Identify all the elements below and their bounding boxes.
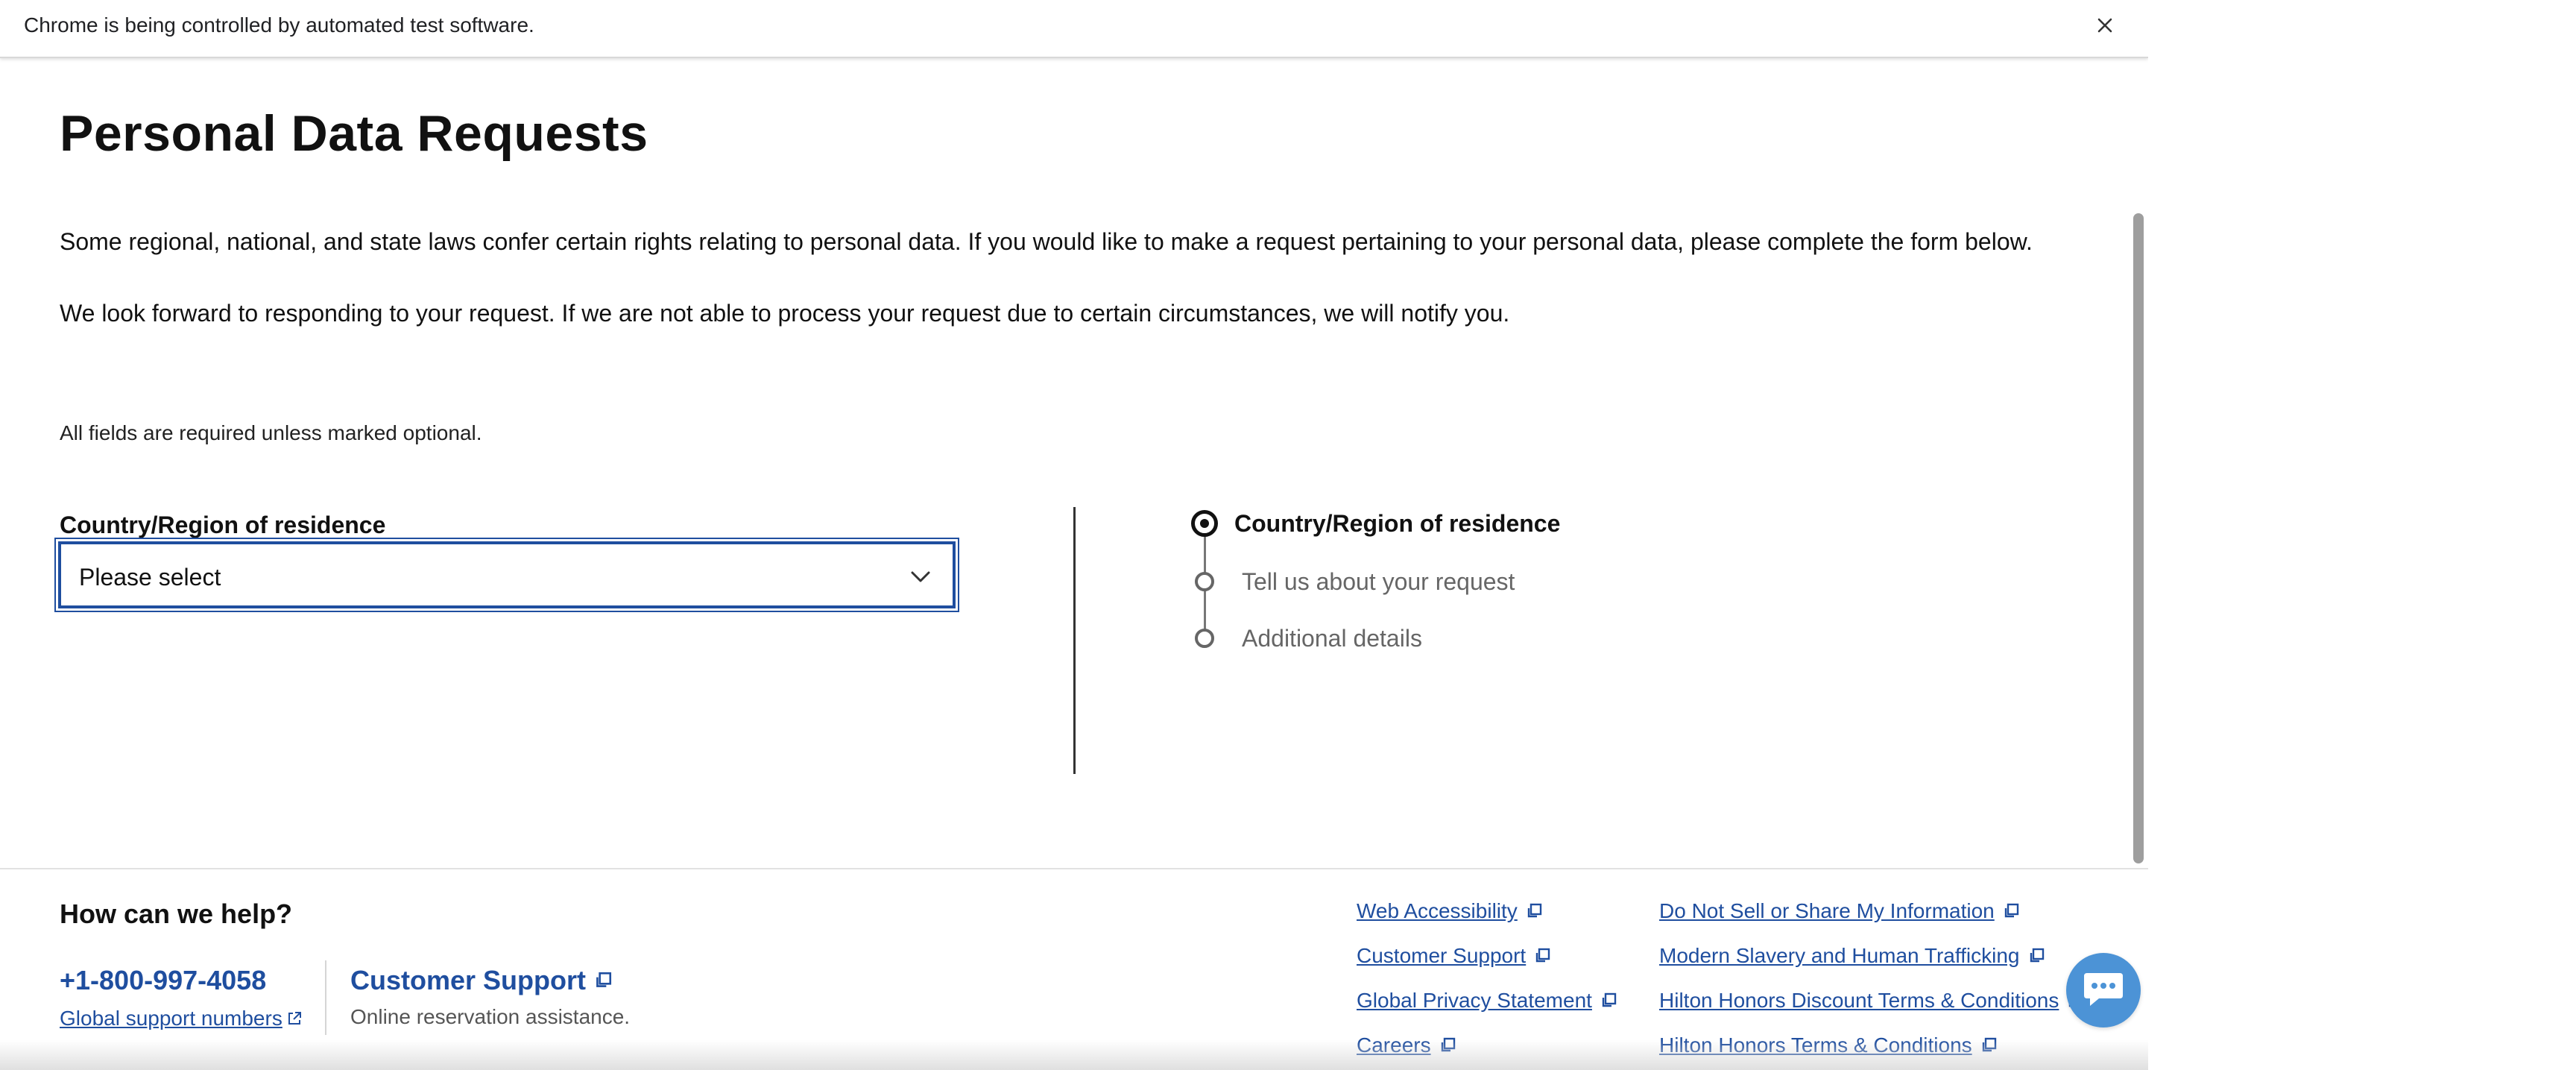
automation-infobar: Chrome is being controlled by automated … — [0, 0, 2148, 58]
close-icon — [2097, 18, 2112, 33]
required-fields-note: All fields are required unless marked op… — [60, 421, 482, 444]
external-link-icon — [288, 1012, 301, 1025]
new-window-icon — [1536, 948, 1550, 963]
footer-help-title: How can we help? — [60, 899, 293, 929]
step-request: Tell us about your request — [1191, 567, 1515, 597]
page-title: Personal Data Requests — [60, 105, 648, 162]
browser-viewport: Chrome is being controlled by automated … — [0, 0, 2148, 1070]
step-label: Tell us about your request — [1242, 567, 1515, 595]
infobar-close-button[interactable] — [2090, 10, 2120, 40]
intro-paragraph-2: We look forward to responding to your re… — [60, 300, 1510, 327]
intro-paragraph-1: Some regional, national, and state laws … — [60, 228, 2033, 255]
footer-link-label: Web Accessibility — [1357, 899, 1518, 922]
step-active-indicator-icon — [1191, 510, 1218, 537]
global-support-numbers-link[interactable]: Global support numbers — [60, 1007, 303, 1030]
country-field-label: Country/Region of residence — [60, 512, 386, 538]
footer-link-label: Global Privacy Statement — [1357, 989, 1592, 1012]
step-pending-indicator-icon — [1195, 572, 1214, 591]
footer-link-label: Customer Support — [1357, 944, 1527, 967]
step-pending-indicator-icon — [1195, 629, 1214, 648]
footer-link-web-accessibility[interactable]: Web Accessibility — [1357, 899, 1543, 923]
footer-link-modern-slavery[interactable]: Modern Slavery and Human Trafficking — [1659, 944, 2045, 968]
customer-support-label: Customer Support — [350, 965, 587, 995]
support-phone-link[interactable]: +1-800-997-4058 — [60, 965, 266, 996]
footer-link-honors-discount-terms[interactable]: Hilton Honors Discount Terms & Condition… — [1659, 989, 2084, 1013]
form-divider — [1073, 507, 1076, 774]
footer-column-divider — [325, 960, 326, 1035]
footer-bottom-shadow — [0, 1040, 2148, 1070]
country-select[interactable]: Please select — [58, 541, 956, 608]
step-label: Additional details — [1242, 624, 1422, 652]
customer-support-description: Online reservation assistance. — [350, 1005, 631, 1028]
scrollbar-thumb[interactable] — [2133, 213, 2144, 863]
footer-link-global-privacy-statement[interactable]: Global Privacy Statement — [1357, 989, 1617, 1013]
country-select-value: Please select — [79, 564, 221, 591]
step-additional: Additional details — [1191, 623, 1422, 653]
footer-link-label: Do Not Sell or Share My Information — [1659, 899, 1995, 922]
chevron-down-icon — [911, 571, 930, 582]
chat-button[interactable] — [2066, 953, 2141, 1027]
footer-link-label: Modern Slavery and Human Trafficking — [1659, 944, 2020, 967]
new-window-icon — [2030, 948, 2044, 963]
step-label: Country/Region of residence — [1234, 509, 1561, 537]
new-window-icon — [1527, 903, 1541, 918]
footer-link-do-not-sell[interactable]: Do Not Sell or Share My Information — [1659, 899, 2020, 923]
new-window-icon — [1602, 992, 1617, 1007]
step-country: Country/Region of residence — [1191, 509, 1560, 538]
footer-link-label: Hilton Honors Discount Terms & Condition… — [1659, 989, 2059, 1012]
new-window-icon — [596, 972, 612, 987]
footer-link-customer-support[interactable]: Customer Support — [1357, 944, 1551, 968]
new-window-icon — [2004, 903, 2018, 918]
chat-bubble-icon — [2084, 973, 2123, 1006]
customer-support-link[interactable]: Customer Support — [350, 965, 613, 996]
global-support-numbers-label: Global support numbers — [60, 1007, 282, 1030]
infobar-message: Chrome is being controlled by automated … — [24, 13, 534, 37]
